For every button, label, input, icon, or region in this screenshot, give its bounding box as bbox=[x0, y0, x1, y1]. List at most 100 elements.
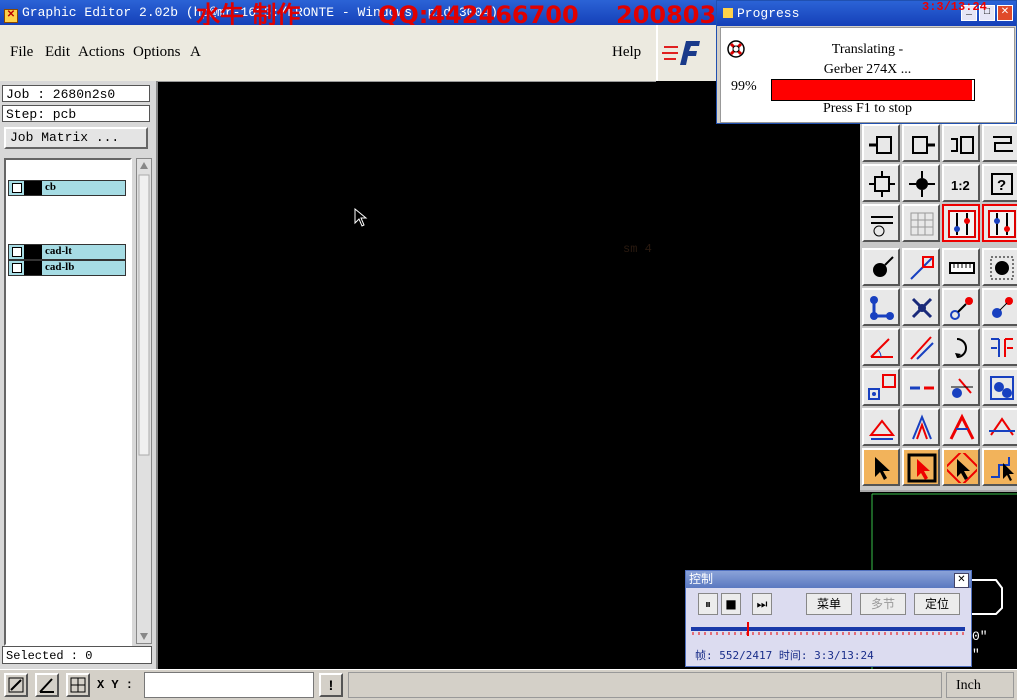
move-node-icon bbox=[950, 297, 973, 320]
measure-angle-icon bbox=[39, 678, 54, 693]
warning-button[interactable]: ! bbox=[319, 673, 343, 697]
ruler-icon bbox=[949, 262, 975, 274]
rotate-tool-button[interactable] bbox=[942, 328, 980, 366]
triangle-tool-button[interactable] bbox=[862, 408, 900, 446]
layer-row[interactable]: cad-lb bbox=[8, 260, 126, 276]
scroll-down-icon[interactable] bbox=[140, 633, 148, 640]
scale-1to2-tool-button[interactable]: 1:2 bbox=[942, 164, 980, 202]
zoom-area-button[interactable] bbox=[4, 673, 28, 697]
move-node-tool-button[interactable] bbox=[942, 288, 980, 326]
add-line-tool-button[interactable] bbox=[902, 248, 940, 286]
arrow-up-tool-button[interactable] bbox=[902, 408, 940, 446]
measure-icon bbox=[871, 216, 893, 237]
select-box-icon bbox=[907, 453, 937, 483]
help-tool-button[interactable]: ? bbox=[982, 164, 1017, 202]
menu-edit[interactable]: Edit bbox=[45, 44, 70, 61]
stray-text-2: " bbox=[972, 647, 980, 662]
next-frame-button[interactable]: ⏭ bbox=[752, 593, 772, 615]
menu-actions[interactable]: Actions bbox=[78, 44, 125, 61]
undo-tool-button[interactable] bbox=[942, 124, 980, 162]
locate-button[interactable]: 定位 bbox=[914, 593, 960, 615]
rotate-icon bbox=[955, 338, 967, 358]
pause-button[interactable]: ⏸ bbox=[698, 593, 718, 615]
peak-tool-button[interactable] bbox=[942, 408, 980, 446]
layers-blue-icon bbox=[988, 210, 1016, 238]
layer-color-swatch bbox=[24, 245, 42, 259]
unit-selector[interactable]: Inch bbox=[946, 672, 1014, 698]
measure-angle-button[interactable] bbox=[35, 673, 59, 697]
layer-checkbox[interactable] bbox=[12, 183, 22, 193]
mirror-tool-button[interactable] bbox=[982, 328, 1017, 366]
progress-stop-hint: Press F1 to stop bbox=[822, 101, 913, 116]
group-tool-button[interactable] bbox=[982, 368, 1017, 406]
menu-file[interactable]: File bbox=[10, 44, 33, 61]
layers-red-tool-button[interactable] bbox=[942, 204, 980, 242]
job-panel: Job : 2680n2s0 Step: pcb Job Matrix ... … bbox=[0, 81, 158, 669]
net-tool-button[interactable] bbox=[862, 288, 900, 326]
resize-tool-button[interactable] bbox=[862, 368, 900, 406]
layer-scrollbar[interactable] bbox=[136, 158, 152, 644]
redo-tool-button[interactable] bbox=[982, 124, 1017, 162]
progress-bar-fill bbox=[772, 80, 972, 100]
grid-tool-button[interactable] bbox=[902, 204, 940, 242]
resize-icon bbox=[868, 374, 896, 400]
select-tool-button[interactable] bbox=[862, 448, 900, 486]
triangle-icon bbox=[868, 419, 896, 440]
logo-f-icon bbox=[662, 41, 700, 65]
layer-row[interactable]: cad-lt bbox=[8, 244, 126, 260]
layer-row[interactable]: cb bbox=[8, 180, 126, 196]
slope-tool-button[interactable] bbox=[902, 328, 940, 366]
stretch-icon bbox=[951, 378, 973, 398]
step-field: Step: pcb bbox=[2, 105, 150, 122]
progress-percent: 99% bbox=[731, 79, 757, 94]
layer-checkbox[interactable] bbox=[12, 263, 22, 273]
measure-tool-button[interactable] bbox=[862, 204, 900, 242]
delete-tool-button[interactable] bbox=[902, 288, 940, 326]
ruler-tool-button[interactable] bbox=[942, 248, 980, 286]
warning-icon: ! bbox=[328, 677, 334, 693]
zoom-fit-tool-button[interactable] bbox=[862, 164, 900, 202]
multi-section-button[interactable]: 多节 bbox=[860, 593, 906, 615]
undo-icon bbox=[951, 136, 974, 154]
svg-text:1:2: 1:2 bbox=[951, 178, 970, 193]
stretch-tool-button[interactable] bbox=[942, 368, 980, 406]
scroll-thumb[interactable] bbox=[138, 174, 150, 456]
select-box-tool-button[interactable] bbox=[902, 448, 940, 486]
select-alt-tool-button[interactable] bbox=[942, 448, 980, 486]
layers-blue-tool-button[interactable] bbox=[982, 204, 1017, 242]
menu-help[interactable]: Help bbox=[612, 44, 641, 61]
snap-point-tool-button[interactable] bbox=[982, 288, 1017, 326]
progress-app-icon bbox=[723, 8, 733, 18]
circle-tool-button[interactable] bbox=[982, 248, 1017, 286]
snap-right-tool-button[interactable] bbox=[902, 124, 940, 162]
scroll-up-icon[interactable] bbox=[140, 162, 148, 169]
dimension-tool-button[interactable] bbox=[982, 408, 1017, 446]
svg-text:?: ? bbox=[997, 177, 1006, 194]
group-icon bbox=[990, 376, 1014, 400]
stop-button[interactable]: ■ bbox=[721, 593, 741, 615]
job-matrix-button[interactable]: Job Matrix ... bbox=[4, 127, 148, 149]
progress-bar bbox=[771, 79, 975, 101]
control-close-button[interactable]: ✕ bbox=[954, 573, 969, 588]
zoom-center-tool-button[interactable] bbox=[902, 164, 940, 202]
menu-bar: File Edit Actions Options A Help bbox=[0, 25, 656, 82]
layer-list[interactable]: cb cad-lt cad-lb bbox=[4, 158, 132, 646]
grid-snap-button[interactable] bbox=[66, 673, 90, 697]
angle-tool-button[interactable] bbox=[862, 328, 900, 366]
layer-checkbox[interactable] bbox=[12, 247, 22, 257]
add-pad-tool-button[interactable] bbox=[862, 248, 900, 286]
menu-options[interactable]: Options bbox=[133, 44, 181, 61]
close-button[interactable]: ✕ bbox=[997, 5, 1013, 21]
xy-label: X Y : bbox=[97, 678, 134, 692]
menu-truncated[interactable]: A bbox=[190, 44, 201, 61]
split-tool-button[interactable] bbox=[902, 368, 940, 406]
timeline-slider[interactable] bbox=[690, 621, 968, 637]
menu-button[interactable]: 菜单 bbox=[806, 593, 852, 615]
control-status: 帧: 552/2417 时间: 3:3/13:24 bbox=[695, 649, 874, 662]
frontline-logo bbox=[656, 25, 718, 81]
progress-body: Translating - Gerber 274X ... 99% Press … bbox=[720, 27, 1015, 123]
snap-left-tool-button[interactable] bbox=[862, 124, 900, 162]
route-tool-button[interactable] bbox=[982, 448, 1017, 486]
toolbox: 1:2? bbox=[860, 124, 1017, 490]
app-icon[interactable]: ✕ bbox=[4, 9, 18, 23]
